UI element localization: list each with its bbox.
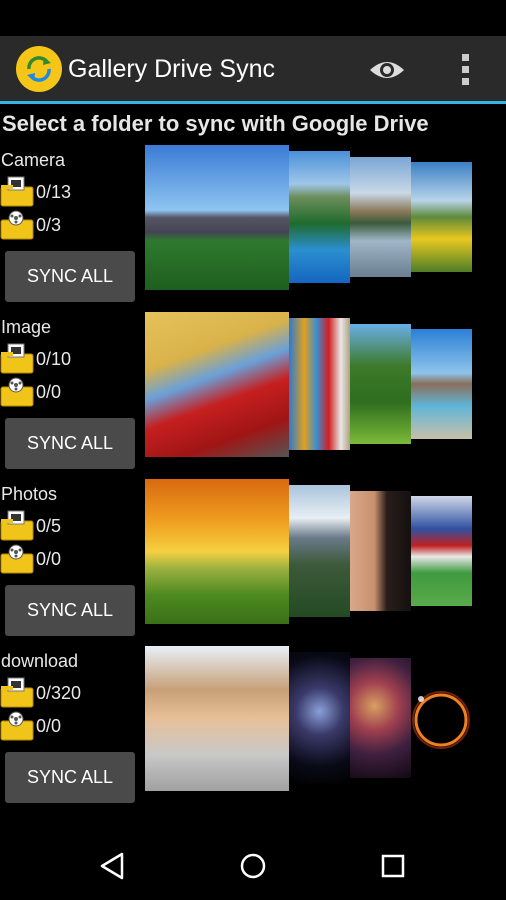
folder-name: Camera [1,150,66,170]
sync-all-button[interactable]: SYNC ALL [5,251,135,302]
photo-count: 0/320 [36,683,82,703]
photo-folder-icon [0,510,34,541]
photo-count: 0/10 [36,349,72,369]
folder-name: Image [1,317,52,337]
thumbnail-snowy-mountain[interactable] [289,485,350,617]
video-folder-icon [0,210,34,240]
thumbnail-city-skyline[interactable] [145,145,289,290]
app-title: Gallery Drive Sync [68,55,275,83]
video-count-row: 0/3 [0,208,140,240]
folder-download[interactable]: download 0/320 0/0 SYNC ALL [0,646,506,808]
thumbnail-beach-huts[interactable] [289,318,350,450]
app-bar: Gallery Drive Sync [0,36,506,104]
video-count: 0/3 [36,215,62,235]
video-folder-icon [0,377,34,407]
photo-folder-icon [0,677,34,708]
folder-image[interactable]: Image 0/10 0/0 SYNC ALL [0,312,506,474]
video-count-row: 0/0 [0,542,140,574]
thumbnail-blue-lake[interactable] [411,329,472,439]
photo-count-row: 0/10 [0,342,140,374]
folder-photos[interactable]: Photos 0/5 0/0 SYNC ALL [0,479,506,641]
thumbnail-soccer-team[interactable] [411,496,472,606]
sync-all-button[interactable]: SYNC ALL [5,418,135,469]
thumbnail-lake-reflection[interactable] [350,157,411,277]
thumbnail-eclipse[interactable] [411,663,472,773]
back-icon[interactable] [93,848,133,884]
video-count: 0/0 [36,382,62,402]
page-heading: Select a folder to sync with Google Driv… [2,111,429,136]
video-folder-icon [0,711,34,741]
status-bar [0,0,506,36]
sync-all-button[interactable]: SYNC ALL [5,585,135,636]
thumbnail-green-trees[interactable] [350,324,411,444]
recents-icon[interactable] [373,848,413,884]
thumbnail-happy-family[interactable] [145,646,289,791]
video-folder-icon [0,544,34,574]
folder-name: download [1,651,79,671]
overflow-menu-icon[interactable] [452,48,480,92]
sync-logo-icon [16,46,62,92]
video-count-row: 0/0 [0,709,140,741]
eye-icon[interactable] [366,50,408,90]
photo-folder-icon [0,343,34,374]
navigation-bar [0,830,506,900]
photo-count: 0/13 [36,182,72,202]
photo-count-row: 0/13 [0,175,140,207]
video-count: 0/0 [36,716,62,736]
folder-camera[interactable]: Camera 0/13 0/3 SYNC ALL [0,145,506,307]
sync-all-button[interactable]: SYNC ALL [5,752,135,803]
thumbnail-nebula[interactable] [350,658,411,778]
video-count-row: 0/0 [0,375,140,407]
thumbnail-mountain-lake[interactable] [289,151,350,283]
thumbnail-galaxy[interactable] [289,652,350,784]
thumbnail-flower-field[interactable] [411,162,472,272]
thumbnail-sunset-meadow[interactable] [145,479,289,624]
home-icon[interactable] [233,848,273,884]
photo-folder-icon [0,176,34,207]
photo-count-row: 0/320 [0,676,140,708]
thumbnail-red-bus[interactable] [145,312,289,457]
video-count: 0/0 [36,549,62,569]
photo-count-row: 0/5 [0,509,140,541]
thumbnail-woman-portrait[interactable] [350,491,411,611]
folder-name: Photos [1,484,58,504]
photo-count: 0/5 [36,516,62,536]
